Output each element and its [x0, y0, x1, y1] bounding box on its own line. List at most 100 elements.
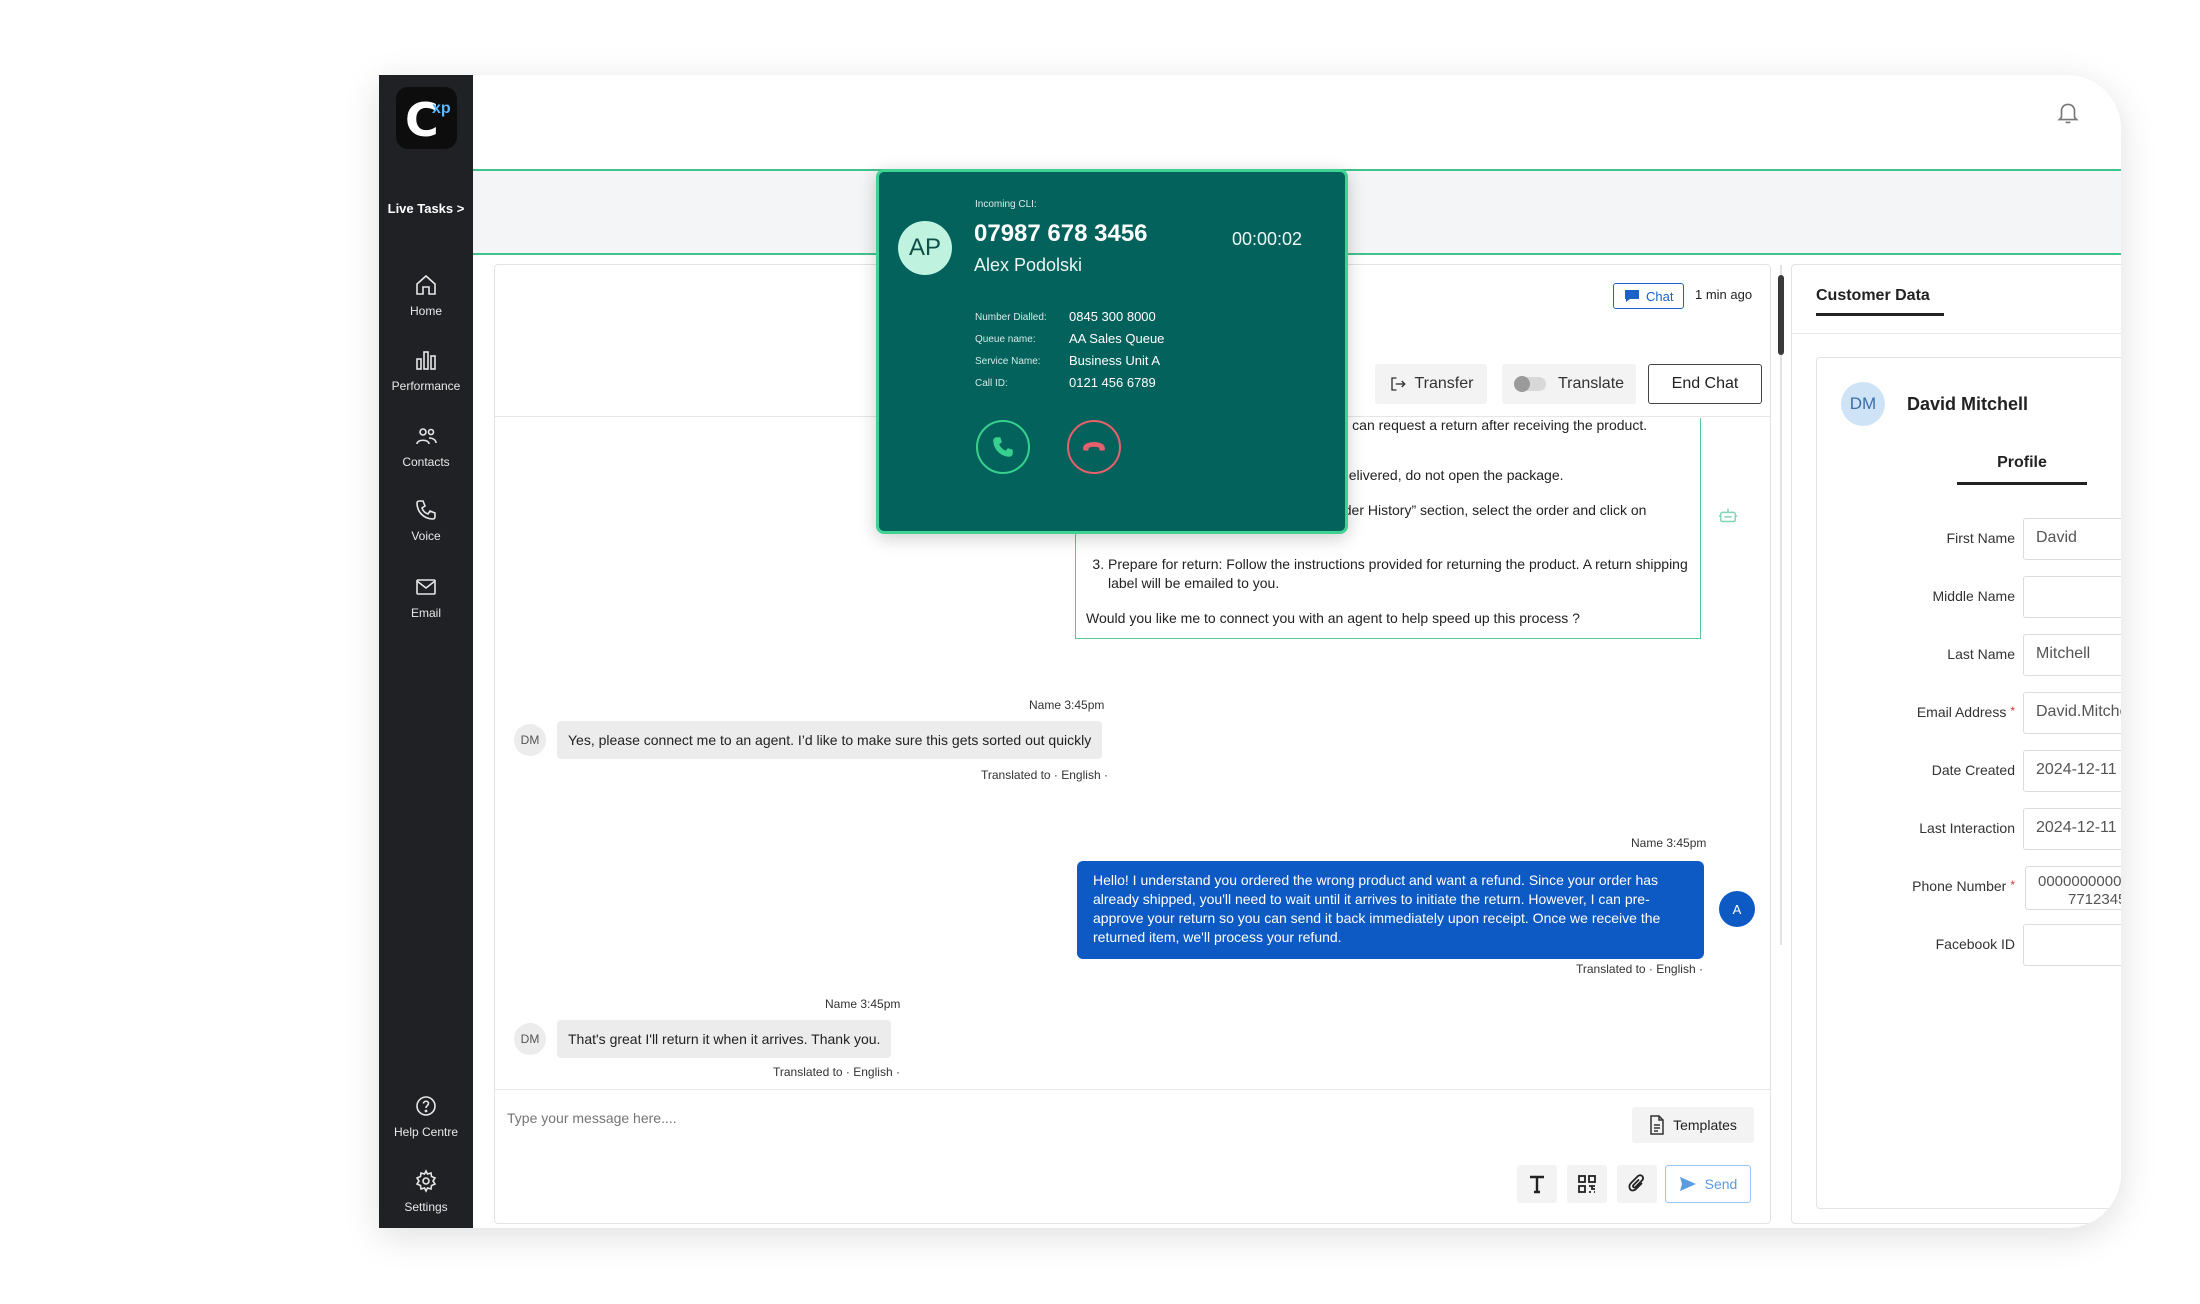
- sidebar-item-label: Email: [410, 606, 441, 620]
- customer-name: David Mitchell: [1907, 394, 2029, 414]
- qr-code-button[interactable]: [1567, 1165, 1607, 1203]
- translate-toggle[interactable]: Translate: [1502, 364, 1636, 404]
- customer-avatar: DM: [1841, 382, 1885, 426]
- sidebar-item-contacts[interactable]: Contacts: [379, 424, 473, 471]
- message-input[interactable]: [507, 1098, 1527, 1138]
- call-detail-key: Call ID:: [975, 378, 1008, 389]
- customer-data-panel: Customer Data DM David Mitchell Profile …: [1791, 264, 2121, 1224]
- sidebar-item-email[interactable]: Email: [379, 575, 473, 622]
- field-label-last-interaction: Last Interaction: [1919, 820, 2015, 836]
- outgoing-message: Hello! I understand you ordered the wron…: [1077, 861, 1704, 959]
- facebook-id-field[interactable]: [2023, 924, 2121, 966]
- call-detail-value: 0121 456 6789: [1069, 375, 1156, 390]
- phone-icon: [416, 500, 436, 520]
- accept-call-button[interactable]: [976, 420, 1030, 474]
- send-button[interactable]: Send: [1665, 1165, 1751, 1203]
- bot-icon: [1717, 505, 1739, 527]
- date-created-field[interactable]: 2024-12-11: [2023, 750, 2121, 792]
- tab-customer-data[interactable]: Customer Data: [1816, 287, 1944, 316]
- bell-icon: [2057, 103, 2079, 124]
- robot-icon: [1718, 508, 1738, 523]
- templates-button[interactable]: Templates: [1632, 1107, 1754, 1143]
- avatar: DM: [514, 724, 546, 756]
- agent-avatar: A: [1719, 891, 1755, 927]
- call-detail-value: Business Unit A: [1069, 353, 1161, 368]
- call-detail-key: Queue name:: [975, 334, 1036, 345]
- phone-number-value-2: 77123456: [2068, 891, 2121, 908]
- send-icon: [1679, 1177, 1696, 1191]
- first-name-field[interactable]: David: [2023, 518, 2121, 560]
- translated-note: Translated to · English ·: [1576, 962, 1703, 976]
- top-bar: [473, 75, 2121, 169]
- avatar: DM: [514, 1023, 546, 1055]
- attach-button[interactable]: [1617, 1165, 1657, 1203]
- call-detail-value: AA Sales Queue: [1069, 331, 1165, 346]
- bot-message-step: Prepare for return: Follow the instructi…: [1108, 555, 1690, 593]
- message-meta: Name 3:45pm: [1631, 836, 1707, 850]
- middle-name-field[interactable]: [2023, 576, 2121, 618]
- phone-number-value: 000000000000: [2038, 873, 2121, 890]
- incoming-call-card: Incoming CLI: AP 07987 678 3456 Alex Pod…: [876, 169, 1348, 534]
- app-window: C xp Live Tasks > Home Performance Conta…: [379, 75, 2121, 1228]
- translated-note: Translated to · English ·: [981, 768, 1108, 782]
- email-field[interactable]: David.Mitchell: [2023, 692, 2121, 734]
- reject-call-button[interactable]: [1067, 420, 1121, 474]
- tab-divider: [1792, 333, 2121, 334]
- transfer-button[interactable]: Transfer: [1375, 364, 1487, 404]
- home-icon: [416, 274, 436, 295]
- chat-time-ago: 1 min ago: [1695, 287, 1753, 302]
- message-meta: Name 3:45pm: [1029, 698, 1105, 712]
- incoming-cli-label: Incoming CLI:: [975, 199, 1037, 210]
- bot-message-outro: Would you like me to connect you with an…: [1086, 610, 1580, 626]
- sidebar-item-help-centre[interactable]: Help Centre: [379, 1094, 473, 1141]
- incoming-message: Yes, please connect me to an agent. I’d …: [557, 721, 1103, 759]
- live-tasks-link[interactable]: Live Tasks >: [379, 201, 473, 216]
- caller-number: 07987 678 3456: [974, 220, 1148, 247]
- call-detail-key: Number Dialled:: [975, 312, 1047, 323]
- last-interaction-field[interactable]: 2024-12-11: [2023, 808, 2121, 850]
- sidebar-item-label: Performance: [391, 379, 461, 393]
- paperclip-icon: [1628, 1174, 1644, 1192]
- phone-icon: [993, 437, 1013, 457]
- sidebar: C xp Live Tasks > Home Performance Conta…: [379, 75, 473, 1228]
- document-icon: [1650, 1115, 1664, 1135]
- end-chat-button[interactable]: End Chat: [1648, 364, 1762, 404]
- gear-icon: [415, 1169, 437, 1193]
- app-logo[interactable]: C xp: [396, 87, 457, 149]
- contacts-icon: [416, 428, 437, 445]
- tab-profile[interactable]: Profile: [1957, 454, 2087, 485]
- chat-channel-badge: Chat: [1613, 283, 1685, 309]
- transfer-icon: [1390, 377, 1406, 391]
- transfer-label: Transfer: [1414, 375, 1474, 392]
- scrollbar-track[interactable]: [1780, 265, 1782, 945]
- message-meta: Name 3:45pm: [825, 997, 901, 1011]
- sidebar-item-label: Contacts: [402, 455, 450, 469]
- field-label-last-name: Last Name: [1947, 646, 2015, 662]
- sidebar-item-label: Settings: [404, 1200, 448, 1214]
- sidebar-item-label: Help Centre: [393, 1125, 459, 1139]
- chat-bubble-icon: [1625, 290, 1639, 302]
- call-detail-value: 0845 300 8000: [1069, 309, 1156, 324]
- toggle-switch[interactable]: [1513, 376, 1546, 392]
- phone-number-field[interactable]: 000000000000 77123456: [2025, 866, 2121, 910]
- last-name-field[interactable]: Mitchell: [2023, 634, 2121, 676]
- customer-card: DM David Mitchell Profile First Name Dav…: [1816, 357, 2121, 1209]
- chat-badge-label: Chat: [1646, 288, 1674, 304]
- incoming-message: That's great I'll return it when it arri…: [557, 1020, 892, 1058]
- qr-code-icon: [1578, 1175, 1596, 1193]
- help-icon: [416, 1096, 436, 1116]
- text-format-button[interactable]: [1517, 1165, 1557, 1203]
- templates-label: Templates: [1673, 1117, 1737, 1133]
- sidebar-item-home[interactable]: Home: [379, 273, 473, 320]
- field-label-first-name: First Name: [1946, 530, 2015, 546]
- translate-label: Translate: [1557, 375, 1625, 392]
- scrollbar-thumb[interactable]: [1778, 275, 1784, 355]
- field-label-phone: Phone Number *: [1912, 878, 2015, 894]
- caller-name: Alex Podolski: [974, 255, 1083, 275]
- sidebar-item-settings[interactable]: Settings: [379, 1169, 473, 1216]
- sidebar-item-performance[interactable]: Performance: [379, 348, 473, 395]
- field-label-date-created: Date Created: [1931, 762, 2015, 778]
- sidebar-item-voice[interactable]: Voice: [379, 498, 473, 545]
- translated-note: Translated to · English ·: [773, 1065, 900, 1079]
- notifications-button[interactable]: [2055, 99, 2081, 125]
